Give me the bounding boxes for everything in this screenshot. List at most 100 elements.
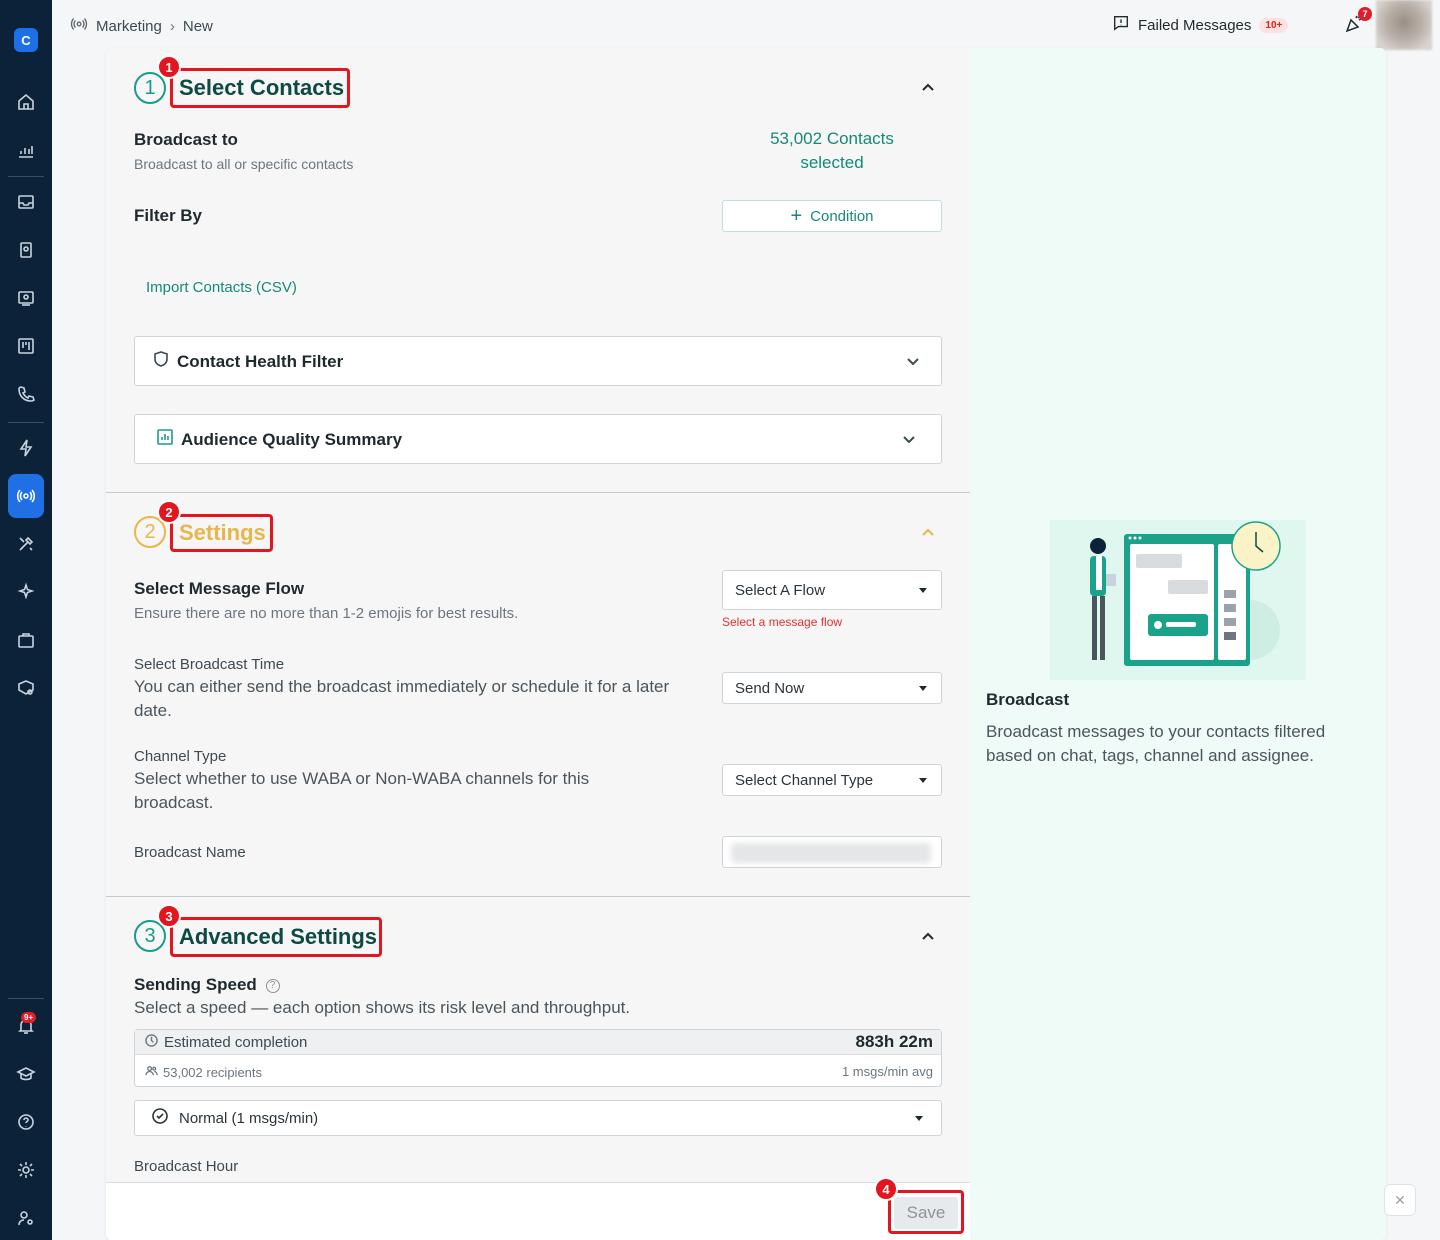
breadcrumb-current: New (182, 17, 213, 35)
announcement-badge: 7 (1358, 7, 1372, 21)
collapse-section-1-icon[interactable] (920, 80, 936, 96)
broadcast-form-card: 1 Select Contacts 1 Broadcast to Broadca… (106, 48, 1386, 1240)
sending-speed-desc: Select a speed — each option shows its r… (134, 998, 631, 1017)
app-logo[interactable]: C (14, 28, 38, 52)
estimated-completion-value: 883h 22m (855, 1032, 934, 1051)
home-icon[interactable] (16, 92, 36, 112)
highlight-box (170, 68, 350, 108)
caret-down-icon (919, 685, 927, 691)
estimated-completion-label: Estimated completion (164, 1034, 308, 1051)
sparkle-icon[interactable] (16, 582, 36, 602)
add-condition-button[interactable]: + Condition (722, 200, 942, 232)
throughput-rate: 1 msgs/min avg (841, 1064, 933, 1079)
contacts-selected-line2: selected (800, 153, 864, 172)
collapse-section-3-icon[interactable] (920, 929, 936, 945)
broadcast-to-sub: Broadcast to all or specific contacts (134, 156, 354, 172)
breadcrumb-marketing[interactable]: Marketing (96, 18, 162, 35)
broadcast-hour-label: Broadcast Hour (134, 1158, 239, 1175)
lightning-icon[interactable] (16, 438, 36, 458)
contacts-icon[interactable] (16, 240, 36, 260)
gear-icon[interactable] (16, 1160, 36, 1180)
highlight-box (888, 1190, 964, 1234)
close-icon[interactable]: ✕ (1384, 1184, 1416, 1216)
import-contacts-link[interactable]: Import Contacts (CSV) (146, 279, 297, 296)
tools-icon[interactable] (16, 534, 36, 554)
flow-error-text: Select a message flow (722, 615, 843, 629)
shield-icon (153, 351, 169, 372)
sending-speed-text: Sending Speed (134, 975, 257, 994)
section-divider (106, 896, 970, 897)
accordion-title: Audience Quality Summary (181, 429, 403, 449)
flow-select[interactable]: Select A Flow (722, 570, 942, 610)
sidebar-divider (8, 176, 44, 177)
board-icon[interactable] (16, 336, 36, 356)
highlight-box (170, 514, 273, 552)
estimated-completion-header: Estimated completion 883h 22m (135, 1030, 941, 1055)
highlight-marker: 2 (157, 500, 181, 524)
filter-by-label: Filter By (134, 206, 203, 225)
highlight-marker: 4 (874, 1177, 898, 1201)
sidebar-divider (8, 422, 44, 423)
sidebar: C 9+ (0, 0, 52, 1240)
user-settings-icon[interactable] (16, 1208, 36, 1228)
chevron-right-icon: › (169, 17, 175, 35)
analytics-icon[interactable] (16, 140, 36, 160)
speed-select-value: Normal (1 msgs/min) (179, 1109, 319, 1127)
caret-down-icon (915, 1115, 923, 1121)
flow-select-value: Select A Flow (735, 581, 826, 599)
accordion-title: Contact Health Filter (177, 351, 344, 371)
estimated-completion-card: Estimated completion 883h 22m 53,002 rec… (134, 1029, 942, 1087)
check-circle-icon (151, 1107, 169, 1129)
broadcast-time-label: Select Broadcast Time (134, 656, 285, 673)
help-icon[interactable] (16, 1112, 36, 1132)
info-panel-description: Broadcast messages to your contacts filt… (986, 722, 1326, 765)
package-settings-icon[interactable] (16, 678, 36, 698)
form-footer (106, 1182, 970, 1240)
sidebar-divider (8, 998, 44, 999)
inbox-icon[interactable] (16, 192, 36, 212)
plus-icon: + (790, 205, 803, 227)
help-circle-icon[interactable]: ? (265, 979, 280, 993)
alert-message-icon (1112, 14, 1130, 36)
send-time-select[interactable]: Send Now (722, 672, 942, 704)
chart-icon (157, 429, 173, 450)
broadcast-to-label: Broadcast to (134, 130, 238, 149)
section-divider (106, 492, 970, 493)
highlight-marker: 3 (157, 904, 181, 928)
send-time-value: Send Now (735, 679, 805, 697)
broadcast-icon (70, 15, 88, 37)
caret-down-icon (919, 777, 927, 783)
contact-health-filter-accordion[interactable]: Contact Health Filter (134, 336, 942, 386)
sending-speed-label: Sending Speed ? (134, 975, 280, 995)
top-bar: Marketing › New Failed Messages 10+ 7 (52, 0, 1440, 50)
channel-type-select[interactable]: Select Channel Type (722, 764, 942, 796)
channel-type-desc: Select whether to use WABA or Non-WABA c… (134, 769, 590, 812)
chevron-down-icon (905, 353, 921, 369)
broadcast-name-input[interactable] (722, 836, 942, 868)
academy-icon[interactable] (16, 1064, 36, 1084)
highlight-marker: 1 (157, 55, 181, 79)
speed-select[interactable]: Normal (1 msgs/min) (134, 1100, 942, 1136)
clock-icon (145, 1034, 158, 1051)
phone-icon[interactable] (16, 384, 36, 404)
channel-type-value: Select Channel Type (735, 771, 874, 789)
broadcast-illustration (1050, 520, 1306, 680)
broadcast-icon[interactable] (16, 486, 36, 506)
audience-quality-summary-accordion[interactable]: Audience Quality Summary (134, 414, 942, 464)
briefcase-icon[interactable] (16, 630, 36, 650)
broadcast-name-label: Broadcast Name (134, 844, 246, 861)
caret-down-icon (919, 587, 927, 593)
contacts-selected-line1: 53,002 Contacts (770, 129, 894, 148)
message-flow-label: Select Message Flow (134, 579, 305, 598)
info-panel-title: Broadcast (986, 690, 1070, 709)
failed-count-badge: 10+ (1259, 17, 1289, 33)
notification-badge: 9+ (21, 1012, 37, 1023)
failed-messages-button[interactable]: Failed Messages 10+ (1112, 14, 1289, 36)
monitor-icon[interactable] (16, 288, 36, 308)
highlight-box (170, 917, 382, 957)
users-icon (145, 1064, 158, 1080)
breadcrumb: Marketing › New (70, 15, 213, 37)
form-panel: 1 Select Contacts 1 Broadcast to Broadca… (106, 48, 970, 1240)
avatar[interactable] (1376, 0, 1432, 50)
collapse-section-2-icon[interactable] (920, 525, 936, 541)
